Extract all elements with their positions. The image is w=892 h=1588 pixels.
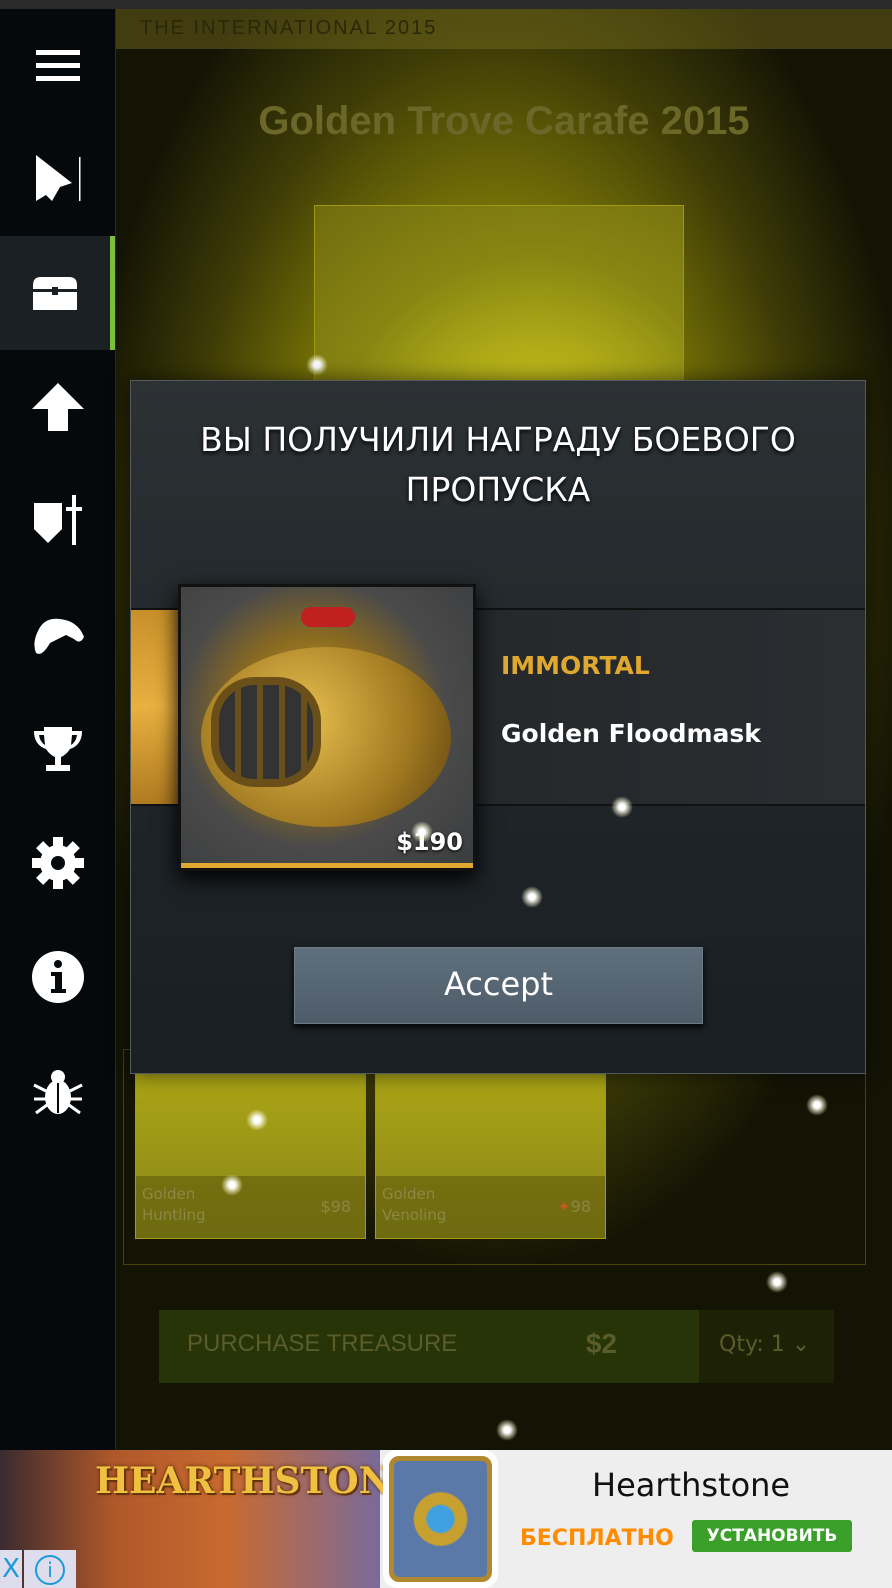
qty-label: Qty: 1 xyxy=(719,1332,785,1357)
sidebar-item-upgrade[interactable] xyxy=(0,350,115,464)
treasure-item-card[interactable]: Golden Huntling $98 xyxy=(135,1050,366,1239)
hearthstone-logo: HEARTHSTONE xyxy=(95,1460,419,1502)
cursor-icon xyxy=(35,155,80,201)
sidebar-item-treasures[interactable] xyxy=(0,236,115,350)
ad-install-button[interactable]: УСТАНОВИТЬ xyxy=(692,1520,852,1552)
treasure-item-card[interactable]: Golden Venoling ✦98 xyxy=(375,1050,606,1239)
bug-icon xyxy=(32,1070,83,1115)
purchase-label: PURCHASE TREASURE xyxy=(187,1330,458,1357)
gear-icon xyxy=(31,837,84,889)
item-name-line2: Huntling xyxy=(142,1206,206,1224)
item-name-line2: Venoling xyxy=(382,1206,447,1224)
menu-icon xyxy=(35,50,80,81)
ad-app-name: Hearthstone xyxy=(592,1466,791,1504)
status-bar xyxy=(0,0,892,9)
sidebar-item-bug-report[interactable] xyxy=(0,1034,115,1148)
ad-close-button[interactable]: X xyxy=(0,1550,22,1588)
purchase-price: $2 xyxy=(585,1328,617,1359)
sidebar-item-heroes[interactable] xyxy=(0,464,115,578)
item-name-line1: Golden xyxy=(142,1185,196,1203)
treasure-title: Golden Trove Carafe 2015 xyxy=(258,99,750,143)
arrow-up-icon xyxy=(31,383,84,431)
item-name-line1: Golden xyxy=(382,1185,436,1203)
treasure-items-panel: Golden Huntling $98 Golden Venoling ✦98 xyxy=(123,1049,866,1265)
info-icon: i xyxy=(35,1555,65,1585)
event-header: THE INTERNATIONAL 2015 xyxy=(116,9,892,49)
dialog-title: ВЫ ПОЛУЧИЛИ НАГРАДУ БОЕВОГО ПРОПУСКА xyxy=(200,420,796,509)
sidebar-item-play[interactable] xyxy=(0,122,115,236)
ad-info-button[interactable]: i xyxy=(24,1550,76,1588)
ad-banner[interactable]: HEARTHSTONE X i Hearthstone БЕСПЛАТНО УС… xyxy=(0,1450,892,1588)
sidebar-item-trophies[interactable] xyxy=(0,692,115,806)
shard-icon: ✦ xyxy=(557,1197,571,1216)
item-price: $98 xyxy=(320,1197,351,1216)
treasure-chest-icon xyxy=(33,277,77,310)
purchase-treasure-button[interactable]: PURCHASE TREASURE $2 xyxy=(159,1310,699,1383)
sidebar-item-menu[interactable] xyxy=(0,9,115,123)
sidebar xyxy=(0,9,115,1450)
sidebar-item-settings[interactable] xyxy=(0,806,115,920)
quantity-select[interactable]: Qty: 1 ⌄ xyxy=(699,1310,834,1383)
chevron-down-icon: ⌄ xyxy=(791,1332,811,1357)
item-price: ✦98 xyxy=(557,1197,591,1216)
sidebar-item-about[interactable] xyxy=(0,920,115,1034)
app-icon xyxy=(383,1450,498,1588)
item-name: Golden Floodmask xyxy=(501,719,761,748)
reward-dialog: ВЫ ПОЛУЧИЛИ НАГРАДУ БОЕВОГО ПРОПУСКА $190… xyxy=(130,380,866,1074)
gamepad-icon xyxy=(33,618,84,654)
item-rarity: IMMORTAL xyxy=(501,651,650,680)
ad-price: БЕСПЛАТНО xyxy=(520,1526,674,1551)
sidebar-item-games[interactable] xyxy=(0,578,115,692)
info-icon xyxy=(31,951,84,1003)
accept-button[interactable]: Accept xyxy=(294,947,703,1024)
trophy-icon xyxy=(33,727,82,771)
shield-sword-icon xyxy=(33,495,82,545)
